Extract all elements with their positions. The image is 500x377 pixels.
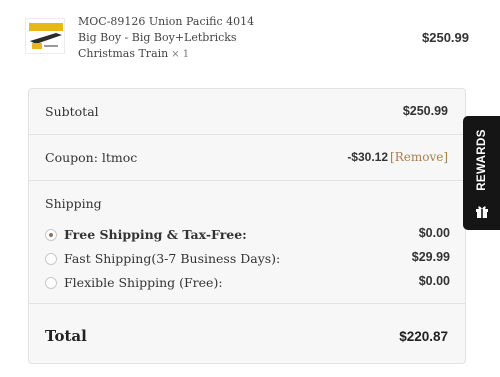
- product-quantity: × 1: [171, 49, 190, 60]
- total-value: $220.87: [399, 329, 448, 344]
- radio-icon[interactable]: [45, 277, 57, 289]
- product-name-line-3: Christmas Train × 1: [78, 46, 318, 63]
- cart-item: MOC-89126 Union Pacific 4014 Big Boy - B…: [25, 12, 473, 62]
- shipping-heading: Shipping: [45, 196, 102, 211]
- shipping-option-label: Free Shipping & Tax-Free:: [64, 227, 247, 242]
- product-name-line-2: Big Boy - Big Boy+Letbricks: [78, 31, 237, 44]
- gift-icon: [475, 203, 489, 218]
- subtotal-value: $250.99: [402, 104, 448, 118]
- product-name-line-3-text: Christmas Train: [78, 47, 169, 60]
- shipping-option-flexible[interactable]: Flexible Shipping (Free): $0.00: [45, 274, 451, 294]
- coupon-label: Coupon: ltmoc: [45, 150, 138, 165]
- shipping-option-price: $29.99: [411, 250, 450, 264]
- product-price: $250.99: [422, 30, 469, 45]
- shipping-option-fast[interactable]: Fast Shipping(3-7 Business Days): $29.99: [45, 250, 451, 270]
- rewards-tab[interactable]: REWARDS: [463, 116, 500, 230]
- product-name: MOC-89126 Union Pacific 4014 Big Boy - B…: [78, 14, 318, 63]
- train-thumbnail-icon[interactable]: [25, 18, 65, 54]
- shipping-option-label: Flexible Shipping (Free):: [64, 275, 223, 290]
- order-summary: Subtotal $250.99 Coupon: ltmoc -$30.12 [R…: [28, 88, 466, 364]
- shipping-section: Shipping Free Shipping & Tax-Free: $0.00…: [29, 181, 465, 303]
- product-name-line-1: MOC-89126 Union Pacific 4014: [78, 15, 255, 28]
- total-label: Total: [45, 327, 87, 345]
- coupon-value: -$30.12 [Remove]: [347, 150, 448, 164]
- coupon-row: Coupon: ltmoc -$30.12 [Remove]: [29, 135, 465, 180]
- radio-icon[interactable]: [45, 253, 57, 265]
- shipping-option-price: $0.00: [418, 274, 450, 288]
- shipping-option-label: Fast Shipping(3-7 Business Days):: [64, 251, 281, 266]
- shipping-option-free[interactable]: Free Shipping & Tax-Free: $0.00: [45, 226, 451, 246]
- rewards-label: REWARDS: [475, 129, 488, 191]
- radio-selected-icon[interactable]: [45, 229, 57, 241]
- total-row: Total $220.87: [29, 304, 465, 364]
- shipping-option-price: $0.00: [418, 226, 450, 240]
- subtotal-label: Subtotal: [45, 104, 99, 119]
- remove-coupon-link[interactable]: [Remove]: [390, 150, 448, 164]
- coupon-amount: -$30.12: [347, 150, 389, 164]
- subtotal-row: Subtotal $250.99: [29, 89, 465, 135]
